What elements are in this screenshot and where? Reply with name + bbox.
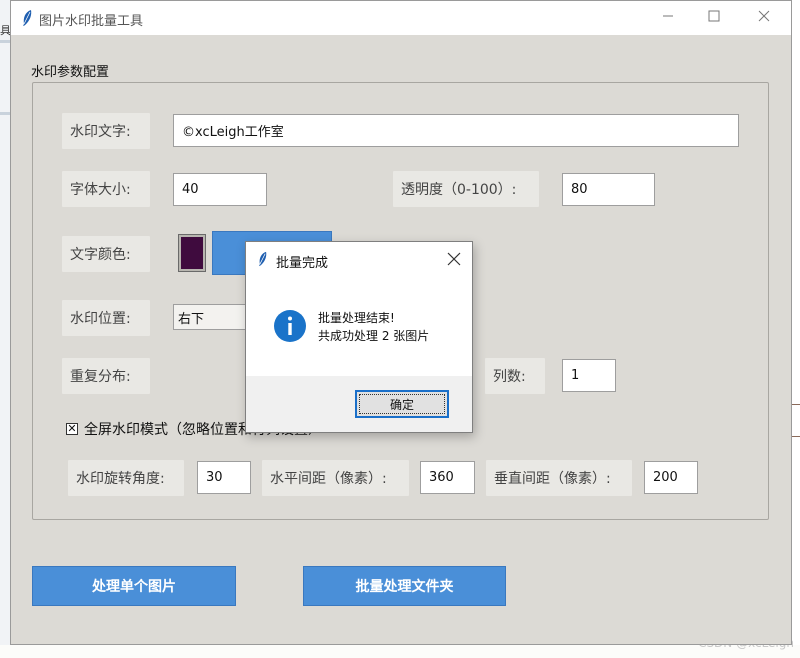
repeat-label: 重复分布: — [62, 358, 150, 394]
dialog-footer: 确定 — [246, 376, 472, 432]
desktop-bottom-edge — [0, 645, 800, 658]
dialog-message: 批量处理结束! 共成功处理 2 张图片 — [318, 309, 429, 345]
color-label: 文字颜色: — [62, 236, 150, 272]
columns-label: 列数: — [485, 358, 545, 394]
desktop-strip — [0, 112, 10, 115]
maximize-button[interactable] — [691, 1, 737, 35]
desktop-line — [792, 404, 800, 405]
close-button[interactable] — [741, 1, 787, 35]
v-spacing-input[interactable]: 200 — [644, 461, 698, 494]
ok-button[interactable]: 确定 — [355, 390, 449, 418]
dialog-title-bar: 批量完成 — [246, 242, 472, 276]
desktop-strip — [0, 40, 10, 43]
v-spacing-label: 垂直间距（像素）: — [486, 460, 632, 496]
close-icon — [758, 10, 770, 26]
window-title: 图片水印批量工具 — [39, 14, 144, 29]
desktop-line — [792, 436, 800, 437]
color-swatch — [178, 234, 206, 272]
process-batch-button[interactable]: 批量处理文件夹 — [303, 566, 506, 606]
feather-icon — [21, 9, 33, 31]
batch-complete-dialog: 批量完成 批量处理结束! 共成功处理 2 张图片 确定 — [245, 241, 473, 433]
h-spacing-input[interactable]: 360 — [420, 461, 475, 494]
position-label: 水印位置: — [62, 300, 150, 336]
dialog-body: 批量处理结束! 共成功处理 2 张图片 — [246, 276, 472, 376]
fullscreen-checkbox[interactable]: ✕ — [66, 423, 78, 435]
opacity-input[interactable]: 80 — [562, 173, 655, 206]
minimize-button[interactable] — [645, 1, 691, 35]
dialog-message-line2: 共成功处理 2 张图片 — [318, 329, 430, 343]
font-size-label: 字体大小: — [62, 171, 150, 207]
dialog-message-line1: 批量处理结束! — [318, 311, 395, 325]
process-single-button[interactable]: 处理单个图片 — [32, 566, 236, 606]
h-spacing-label: 水平间距（像素）: — [262, 460, 409, 496]
dialog-close-button[interactable] — [444, 249, 464, 269]
close-icon — [444, 252, 464, 273]
config-group-title: 水印参数配置 — [31, 65, 110, 80]
desktop-right-edge — [792, 0, 800, 658]
text-input[interactable]: ©xcLeigh工作室 — [173, 114, 739, 147]
rotation-label: 水印旋转角度: — [68, 460, 184, 496]
opacity-label: 透明度（0-100）: — [393, 171, 539, 207]
font-size-input[interactable]: 40 — [173, 173, 267, 206]
minimize-icon — [662, 10, 674, 26]
columns-input[interactable]: 1 — [562, 359, 616, 392]
info-icon — [273, 309, 307, 347]
dialog-title: 批量完成 — [276, 256, 329, 271]
maximize-icon — [708, 10, 720, 26]
text-label: 水印文字: — [62, 113, 150, 149]
rotation-input[interactable]: 30 — [197, 461, 251, 494]
feather-icon — [257, 251, 268, 271]
desktop-text-fragment: 具 — [0, 24, 10, 37]
desktop-left-edge: 具 — [0, 0, 10, 658]
title-bar: 图片水印批量工具 — [11, 1, 791, 35]
